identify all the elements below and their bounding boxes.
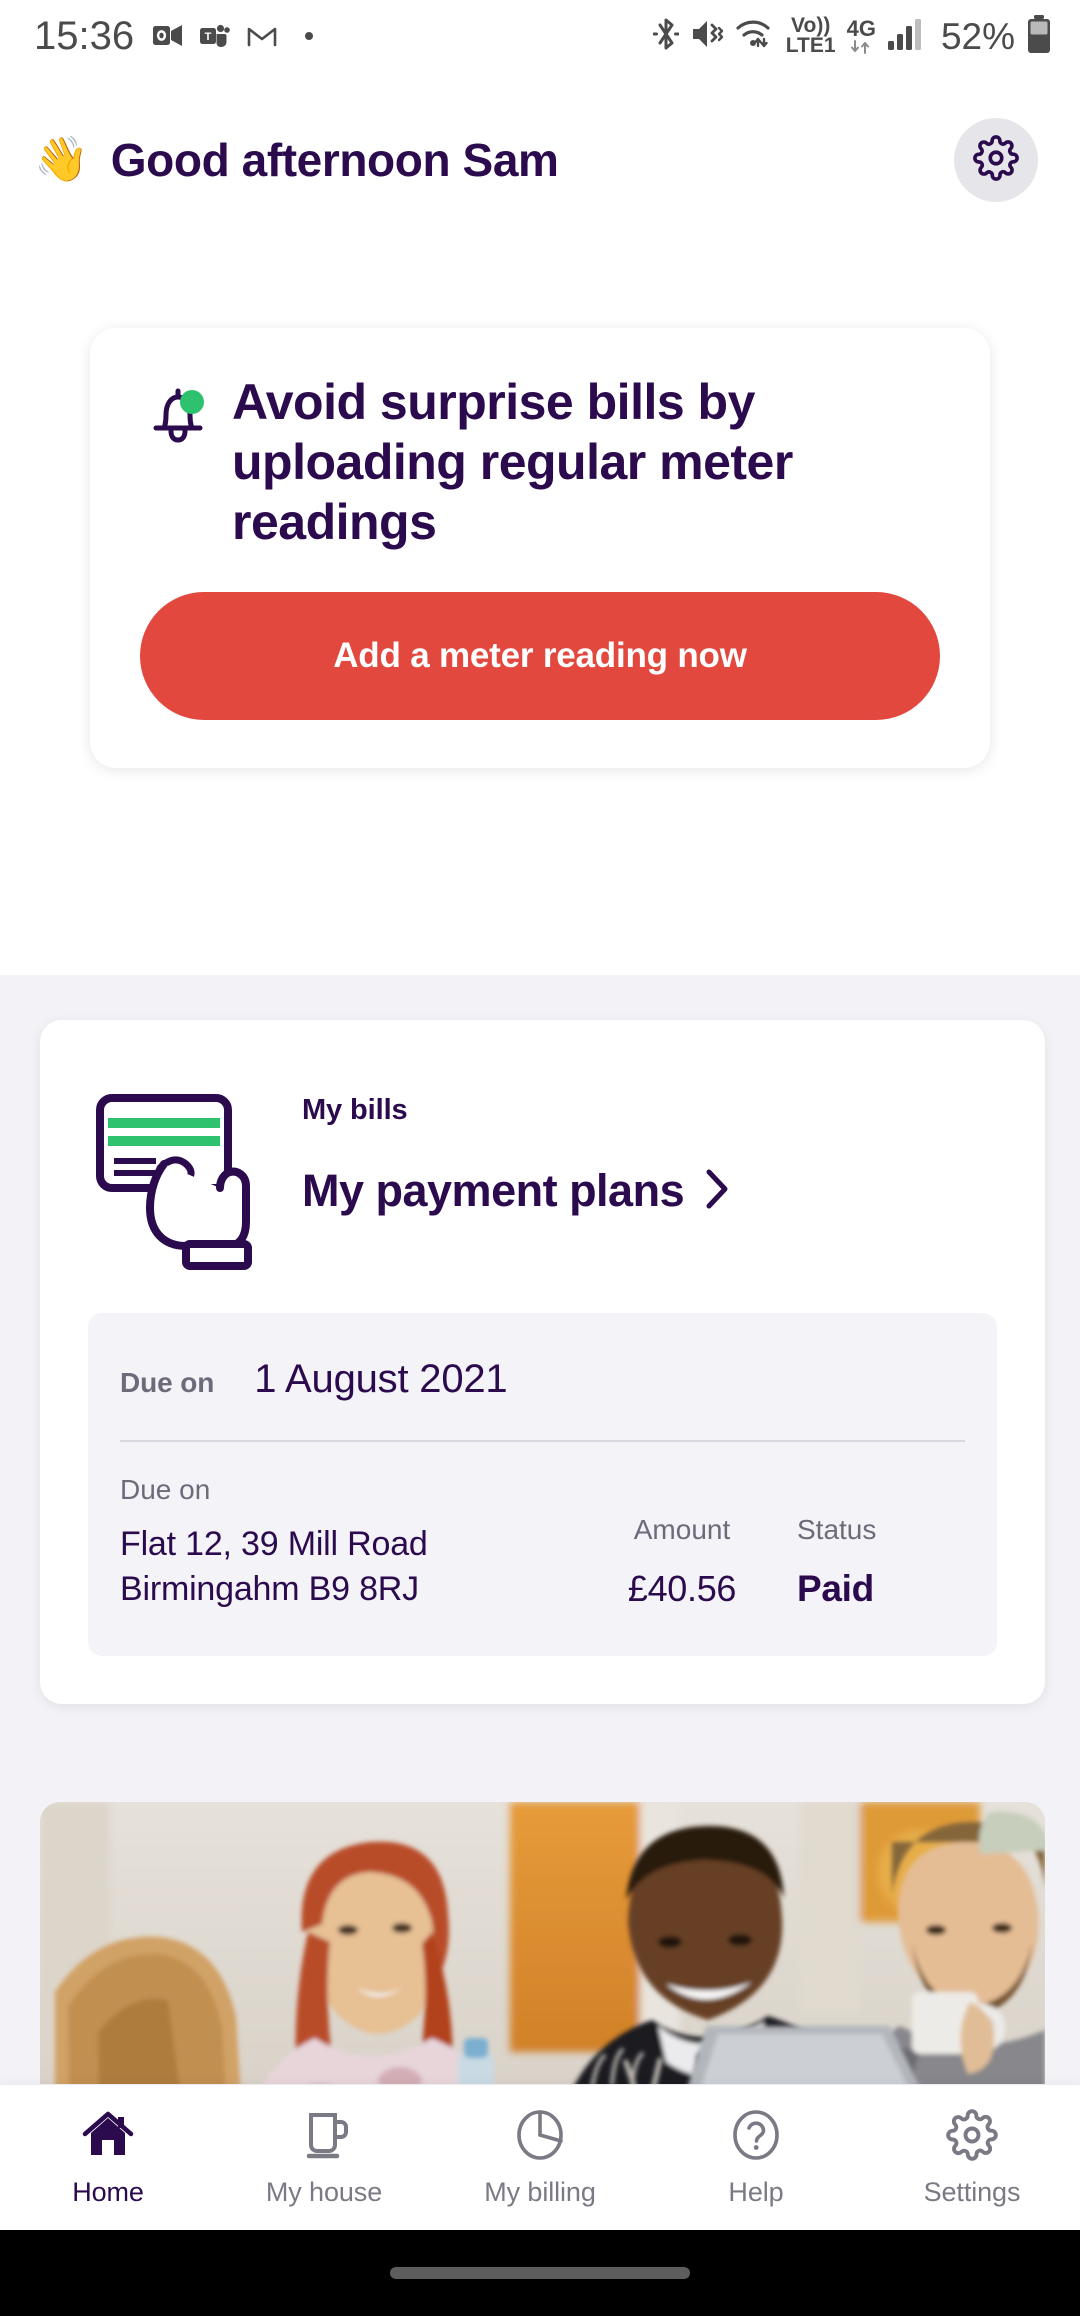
due-on-value: 1 August 2021	[254, 1357, 508, 1401]
hand-pointing-card-icon	[88, 1076, 288, 1275]
network-type-label: 4G	[846, 16, 876, 41]
my-payment-plans-link[interactable]: My payment plans	[302, 1165, 732, 1217]
teams-icon: T	[198, 21, 232, 51]
question-circle-icon	[729, 2107, 783, 2163]
due-date-row: Due on 1 August 2021	[120, 1357, 965, 1442]
chevron-right-icon	[702, 1166, 732, 1215]
bottom-navigation: Home My house My billing Help Settings	[0, 2084, 1080, 2230]
nav-label-my-billing: My billing	[484, 2177, 596, 2207]
settings-button[interactable]	[954, 118, 1038, 202]
address-line-1: Flat 12, 39 Mill Road	[120, 1525, 428, 1563]
nav-item-home[interactable]: Home	[0, 2107, 216, 2208]
system-gesture-area	[0, 2230, 1080, 2316]
home-gesture-pill[interactable]	[390, 2267, 690, 2279]
add-meter-reading-button[interactable]: Add a meter reading now	[140, 592, 940, 720]
due-on-label: Due on	[120, 1367, 215, 1398]
promo-headline: Avoid surprise bills by uploading regula…	[140, 372, 940, 552]
volte-line-1: Vo))	[791, 13, 831, 37]
address-column-label: Due on	[120, 1474, 211, 1505]
data-arrows-icon	[851, 40, 870, 54]
volte-line-2: LTE1	[785, 34, 836, 57]
app-screen: 15:36 T Vo)) LTE1 4G 52% 👋 Good afternoo…	[0, 0, 1080, 2316]
bill-address-cell: Due on Flat 12, 39 Mill Road Birmingahm …	[120, 1474, 567, 1612]
page-header: 👋 Good afternoon Sam	[0, 108, 1080, 212]
signal-icon	[887, 17, 925, 56]
gear-icon	[946, 2107, 998, 2163]
amount-column-label: Amount	[633, 1513, 731, 1545]
bell-icon	[146, 372, 224, 455]
my-bills-label: My bills	[302, 1094, 408, 1126]
gmail-icon	[245, 21, 279, 51]
my-bills-card: My bills My payment plans Due on 1 Augus…	[40, 1020, 1045, 1704]
dot-icon	[292, 21, 326, 51]
battery-icon	[1026, 14, 1052, 59]
bill-status-cell: Status Paid	[797, 1514, 965, 1612]
promo-title: Avoid surprise bills by uploading regula…	[232, 374, 793, 550]
mug-icon	[297, 2107, 351, 2163]
status-badge: Paid	[797, 1567, 874, 1609]
my-payment-plans-label: My payment plans	[302, 1165, 685, 1216]
bill-detail-panel: Due on 1 August 2021 Due on Flat 12, 39 …	[88, 1313, 997, 1656]
gear-icon	[973, 134, 1019, 186]
volte-indicator: Vo)) LTE1	[785, 13, 836, 57]
nav-label-help: Help	[728, 2177, 784, 2207]
status-time: 15:36	[34, 14, 135, 58]
bills-card-header: My bills My payment plans	[88, 1076, 997, 1275]
amount-value: £40.56	[627, 1567, 737, 1609]
wave-emoji: 👋	[34, 135, 89, 184]
vibrate-icon	[690, 16, 724, 57]
outlook-icon	[151, 21, 185, 51]
bills-card-titles: My bills My payment plans	[302, 1076, 732, 1217]
nav-item-help[interactable]: Help	[648, 2107, 864, 2208]
status-bar-right: Vo)) LTE1 4G 52%	[652, 13, 1052, 59]
meter-reading-promo-card: Avoid surprise bills by uploading regula…	[90, 328, 990, 768]
battery-percent: 52%	[940, 15, 1015, 57]
nav-label-home: Home	[72, 2177, 144, 2207]
status-bar-left: 15:36 T	[34, 16, 326, 56]
wifi-icon	[735, 16, 775, 57]
address-line-2: Birmingahm B9 8RJ	[120, 1569, 419, 1608]
page-title: Good afternoon Sam	[110, 134, 559, 186]
pie-chart-icon	[513, 2107, 567, 2163]
status-column-label: Status	[797, 1513, 877, 1545]
status-bar: 15:36 T Vo)) LTE1 4G 52%	[0, 0, 1080, 72]
nav-item-settings[interactable]: Settings	[864, 2107, 1080, 2208]
nav-label-my-house: My house	[265, 2177, 383, 2207]
nav-item-my-house[interactable]: My house	[216, 2107, 432, 2208]
bluetooth-icon	[652, 15, 680, 58]
bill-amount-cell: Amount £40.56	[567, 1514, 797, 1612]
bill-row: Due on Flat 12, 39 Mill Road Birmingahm …	[120, 1442, 965, 1612]
network-type-indicator: 4G	[847, 18, 876, 54]
home-icon	[81, 2107, 135, 2163]
nav-label-settings: Settings	[923, 2177, 1021, 2207]
svg-text:T: T	[205, 31, 212, 43]
nav-item-my-billing[interactable]: My billing	[432, 2107, 648, 2208]
